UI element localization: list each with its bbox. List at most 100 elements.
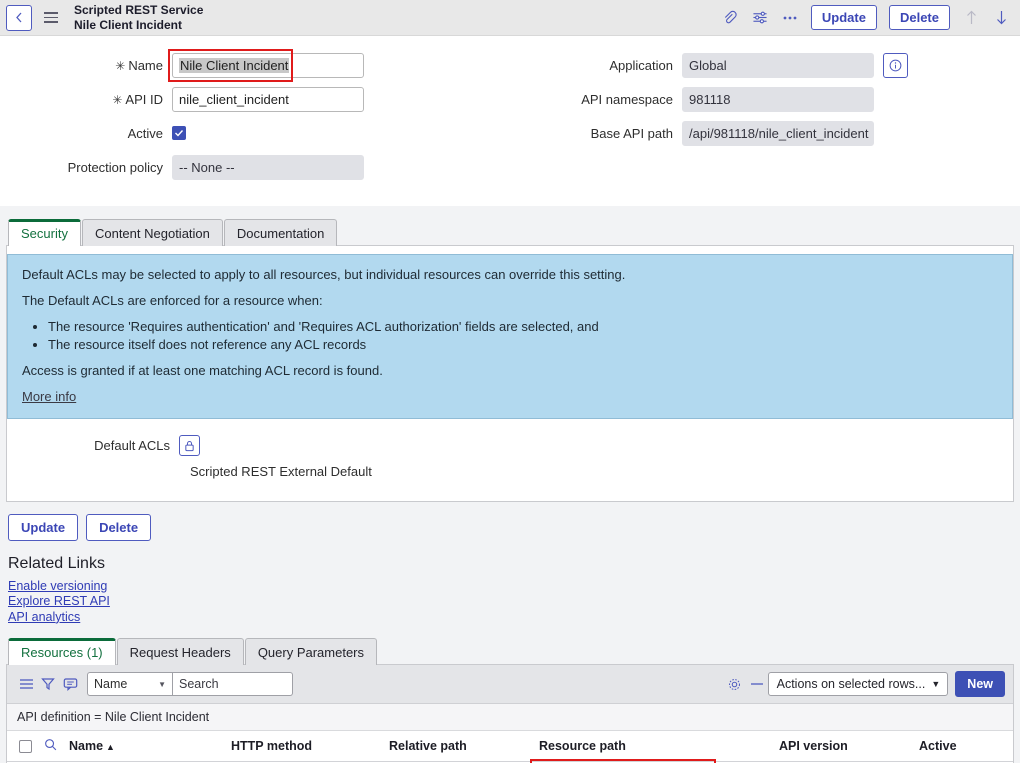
header-actions: Update Delete (721, 5, 1010, 30)
page-title: Scripted REST Service Nile Client Incide… (74, 3, 721, 33)
field-label-protection-policy: Protection policy (67, 159, 163, 175)
form-column-right: Application Global API namespace 981118 … (510, 50, 1020, 186)
default-acls-lock-button[interactable] (179, 435, 200, 456)
info-bullet-item: The resource 'Requires authentication' a… (48, 319, 998, 334)
lock-icon (185, 440, 194, 451)
attachment-icon[interactable] (721, 9, 739, 27)
chevron-down-icon: ▼ (158, 679, 166, 689)
related-link-enable-versioning[interactable]: Enable versioning (8, 579, 1020, 593)
back-button[interactable] (6, 4, 32, 31)
info-bullet-item: The resource itself does not reference a… (48, 337, 998, 352)
record-type-title: Scripted REST Service (74, 2, 204, 17)
chevron-left-icon (15, 12, 21, 23)
context-menu-button[interactable] (40, 7, 62, 29)
form-row-active: Active (0, 118, 510, 148)
new-button[interactable]: New (955, 671, 1005, 698)
column-header-active[interactable]: Active (913, 731, 1013, 763)
tab-request-headers[interactable]: Request Headers (116, 638, 244, 666)
form-row-name: ✳ Name Nile Client Incident (0, 48, 510, 82)
actions-on-selected-rows-select[interactable]: Actions on selected rows... ▼ (767, 672, 949, 697)
info-paragraph-3: Access is granted if at least one matchi… (22, 363, 383, 378)
form-row-api-id: ✳ API ID nile_client_incident (0, 84, 510, 114)
field-label-api-namespace: API namespace (581, 91, 673, 107)
tab-content-negotiation[interactable]: Content Negotiation (81, 219, 223, 246)
active-checkbox[interactable] (172, 126, 186, 140)
list-toolbar: Name ▼ Search Actions on selected rows..… (7, 665, 1013, 705)
column-header-relative-path[interactable]: Relative path (383, 731, 533, 763)
chevron-down-icon: ▼ (931, 679, 941, 690)
tab-resources[interactable]: Resources (1) (8, 638, 116, 666)
column-header-api-version[interactable]: API version (773, 731, 913, 763)
record-header-bar: Scripted REST Service Nile Client Incide… (0, 0, 1020, 36)
field-label-api-id: ✳ API ID (112, 91, 163, 107)
delete-button-header[interactable]: Delete (888, 5, 950, 30)
field-label-base-api-path: Base API path (590, 125, 673, 141)
required-asterisk-icon: ✳ (112, 92, 123, 107)
name-input[interactable]: Nile Client Incident (172, 52, 364, 78)
gear-icon[interactable] (724, 674, 746, 694)
default-acls-value: Scripted REST External Default (190, 464, 372, 479)
search-field-select[interactable]: Name ▼ (87, 672, 173, 697)
page-body: Security Content Negotiation Documentati… (0, 206, 1020, 763)
api-id-input[interactable]: nile_client_incident (172, 86, 364, 112)
field-label-default-acls: Default ACLs (94, 438, 170, 453)
column-search-header (38, 731, 63, 763)
minus-icon[interactable] (746, 674, 768, 694)
personalize-form-icon[interactable] (751, 9, 769, 27)
search-icon (45, 739, 57, 751)
form-row-api-namespace: API namespace 981118 (510, 84, 1020, 114)
funnel-icon[interactable] (37, 674, 59, 694)
list-tab-strip: Resources (1) Request Headers Query Para… (0, 625, 1020, 666)
related-link-explore-rest-api[interactable]: Explore REST API (8, 594, 1020, 608)
delete-button-footer[interactable]: Delete (86, 514, 152, 541)
field-label-active: Active (127, 125, 163, 141)
application-value: Global (682, 52, 874, 78)
form-row-protection-policy: Protection policy -- None -- (0, 152, 510, 182)
column-header-http-method[interactable]: HTTP method (225, 731, 383, 763)
application-info-button[interactable] (883, 52, 908, 78)
info-bullet-list: The resource 'Requires authentication' a… (22, 319, 998, 352)
table-header-row: Name ▲ HTTP method Relative path Resource… (7, 731, 1013, 763)
column-header-resource-path[interactable]: Resource path (533, 731, 773, 763)
hamburger-icon-line (44, 12, 58, 14)
security-info-box: Default ACLs may be selected to apply to… (7, 254, 1013, 419)
resources-list: Name ▼ Search Actions on selected rows..… (6, 664, 1014, 763)
related-link-api-analytics[interactable]: API analytics (8, 610, 1020, 624)
column-header-name[interactable]: Name ▲ (63, 731, 225, 763)
related-links-title: Related Links (8, 555, 105, 572)
tab-query-parameters[interactable]: Query Parameters (244, 638, 378, 666)
list-search-input[interactable]: Search (173, 672, 293, 697)
more-info-link[interactable]: More info (22, 389, 76, 404)
record-name-title: Nile Client Incident (74, 17, 183, 32)
field-label-application: Application (609, 57, 673, 73)
field-label-name: ✳ Name (115, 57, 163, 73)
required-asterisk-icon: ✳ (115, 58, 126, 73)
name-input-value: Nile Client Incident (179, 57, 290, 73)
form-row-application: Application Global (510, 50, 1020, 80)
name-field-wrapper: Nile Client Incident (168, 48, 364, 82)
info-paragraph-2: The Default ACLs are enforced for a reso… (22, 293, 323, 308)
record-form: ✳ Name Nile Client Incident ✳ API ID nile_… (0, 36, 1020, 206)
speech-bubble-icon[interactable] (59, 674, 81, 694)
protection-policy-value: -- None -- (172, 154, 364, 180)
ellipsis-icon[interactable] (781, 9, 799, 27)
base-api-path-value: /api/981118/nile_client_incident (682, 120, 874, 146)
checkmark-icon (175, 130, 184, 137)
list-filter-breadcrumb[interactable]: API definition = Nile Client Incident (7, 704, 1013, 732)
previous-record-arrow-up-icon[interactable] (962, 9, 980, 27)
select-all-header (7, 731, 38, 763)
update-button-header[interactable]: Update (810, 5, 877, 30)
hamburger-icon-line (44, 16, 58, 19)
section-tab-strip: Security Content Negotiation Documentati… (0, 206, 1020, 246)
info-paragraph-1: Default ACLs may be selected to apply to… (22, 267, 626, 282)
next-record-arrow-down-icon[interactable] (992, 9, 1010, 27)
related-links-section: Related Links Enable versioning Explore … (0, 541, 1020, 624)
list-menu-icon[interactable] (15, 674, 37, 694)
info-circle-icon (889, 59, 902, 71)
select-all-checkbox[interactable] (19, 739, 32, 753)
update-button-footer[interactable]: Update (8, 514, 79, 541)
tab-security[interactable]: Security (8, 219, 81, 246)
tab-documentation[interactable]: Documentation (223, 219, 338, 246)
form-column-left: ✳ Name Nile Client Incident ✳ API ID nile_… (0, 48, 510, 186)
search-field-select-value: Name (94, 677, 128, 692)
